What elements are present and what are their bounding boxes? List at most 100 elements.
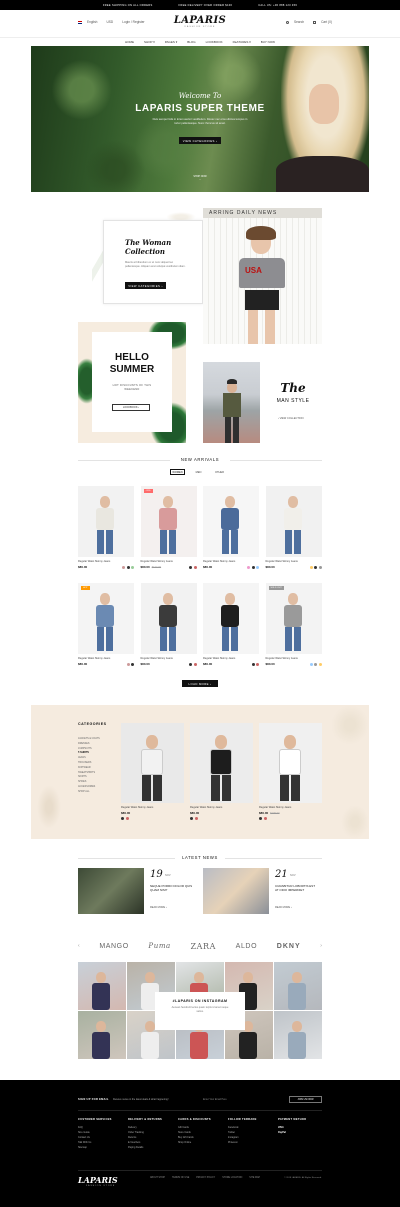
- nav-item-lookbook[interactable]: Lookbook: [206, 40, 223, 44]
- color-swatch[interactable]: [256, 565, 259, 569]
- color-swatch[interactable]: [193, 565, 197, 569]
- brand-zara[interactable]: ZARA: [190, 942, 216, 951]
- cart-link[interactable]: Cart (0): [321, 20, 332, 24]
- product-name[interactable]: Regular Waist Skinny Jeans: [121, 806, 184, 809]
- product-name[interactable]: Regular Waist Skinny Jeans: [141, 560, 197, 563]
- color-swatch[interactable]: [309, 565, 313, 569]
- cart-icon[interactable]: [313, 20, 317, 24]
- product-name[interactable]: Regular Waist Skinny Jeans: [259, 806, 322, 809]
- category-item[interactable]: Shop All: [78, 790, 118, 795]
- color-swatch[interactable]: [131, 565, 134, 569]
- color-swatch[interactable]: [122, 565, 125, 569]
- nav-item-home[interactable]: Home: [125, 40, 134, 44]
- product-image[interactable]: [140, 583, 197, 654]
- woman-view-categories-button[interactable]: View Categories ›: [125, 282, 166, 289]
- color-swatch[interactable]: [256, 662, 259, 666]
- footer-email-input[interactable]: Enter Your Email Here: [203, 1098, 227, 1101]
- nav-item-shop[interactable]: Shop ▾: [144, 40, 155, 44]
- next-arrow-icon[interactable]: ›: [320, 943, 322, 949]
- product-card[interactable]: -20% Regular Waist Skinny Jeans $80.00 $100…: [140, 486, 197, 576]
- footer-bottom-link[interactable]: Terms of Use: [172, 1177, 189, 1179]
- color-swatch[interactable]: [259, 817, 262, 820]
- color-swatch[interactable]: [190, 817, 193, 820]
- product-name[interactable]: Regular Waist Skinny Jeans: [190, 806, 253, 809]
- footer-bottom-link[interactable]: Privacy Policy: [196, 1177, 215, 1179]
- color-swatch[interactable]: [247, 565, 250, 569]
- color-swatch[interactable]: [318, 565, 322, 569]
- color-swatch[interactable]: [314, 662, 317, 666]
- currency-select[interactable]: USD: [106, 20, 113, 24]
- footer-link[interactable]: Paying Details: [128, 1145, 176, 1150]
- brand-puma[interactable]: Puma: [148, 942, 170, 950]
- product-name[interactable]: Regular Waist Skinny Jeans: [141, 657, 197, 660]
- man-view-collection-link[interactable]: › View Collection: [278, 417, 318, 420]
- nav-item-features[interactable]: Features ▾: [233, 40, 251, 44]
- summer-lookbook-button[interactable]: Lookbook ›: [112, 404, 150, 411]
- product-image[interactable]: [259, 723, 322, 803]
- product-card[interactable]: Regular Waist Skinny Jeans $80.00: [203, 486, 259, 576]
- instagram-photo[interactable]: [274, 1011, 322, 1059]
- product-image[interactable]: [203, 486, 259, 557]
- hero-scroll-link[interactable]: Shop Now ⌄: [190, 175, 210, 181]
- nav-item-blog[interactable]: Blog: [187, 40, 195, 44]
- product-card[interactable]: Regular Waist Skinny Jeans $80.00: [203, 583, 259, 673]
- login-link[interactable]: Login / Register: [122, 20, 144, 24]
- footer-join-button[interactable]: Join Us Now: [289, 1096, 322, 1103]
- tab-women[interactable]: Women: [170, 469, 185, 475]
- footer-link[interactable]: Shop Online: [178, 1140, 226, 1145]
- product-image[interactable]: [140, 486, 197, 557]
- instagram-photo[interactable]: [78, 962, 126, 1010]
- category-product-card[interactable]: Regular Waist Skinny Jeans $80.00 $100.00: [259, 723, 322, 823]
- product-name[interactable]: Regular Waist Skinny Jeans: [78, 657, 134, 660]
- product-name[interactable]: Regular Waist Skinny Jeans: [78, 560, 134, 563]
- color-swatch[interactable]: [318, 662, 322, 666]
- search-link[interactable]: Search: [294, 20, 304, 24]
- news-read-more[interactable]: Read More ›: [150, 906, 167, 909]
- product-image[interactable]: [190, 723, 253, 803]
- color-swatch[interactable]: [193, 662, 197, 666]
- news-read-more[interactable]: Read More ›: [275, 906, 292, 909]
- product-image[interactable]: [265, 583, 322, 654]
- search-icon[interactable]: [286, 20, 289, 24]
- nav-item-pages[interactable]: Pages ▾: [165, 40, 177, 44]
- product-image[interactable]: [265, 486, 322, 557]
- language-select[interactable]: English: [87, 20, 97, 24]
- brand-aldo[interactable]: ALDO: [236, 943, 257, 950]
- product-card[interactable]: Regular Waist Skinny Jeans $80.00: [78, 486, 134, 576]
- footer-link[interactable]: Pinterest: [228, 1140, 276, 1145]
- news-image[interactable]: [203, 868, 269, 914]
- hero-view-categories-button[interactable]: View Categories ›: [179, 137, 221, 144]
- color-swatch[interactable]: [194, 817, 198, 820]
- product-image[interactable]: [78, 583, 134, 654]
- product-image[interactable]: [203, 583, 259, 654]
- load-more-button[interactable]: Load More ›: [182, 680, 218, 687]
- product-card[interactable]: Regular Waist Skinny Jeans $80.00: [265, 486, 322, 576]
- color-swatch[interactable]: [309, 662, 313, 666]
- color-swatch[interactable]: [126, 662, 130, 666]
- color-swatch[interactable]: [189, 662, 192, 666]
- color-swatch[interactable]: [251, 565, 255, 569]
- product-image[interactable]: [78, 486, 134, 557]
- color-swatch[interactable]: [263, 817, 267, 820]
- brand-mango[interactable]: MANGO: [99, 943, 128, 950]
- color-swatch[interactable]: [251, 662, 255, 666]
- news-title[interactable]: Curabitur lobortis est at odio imperdiet: [275, 884, 319, 892]
- footer-bottom-link[interactable]: About Shop: [150, 1177, 165, 1179]
- product-name[interactable]: Regular Waist Skinny Jeans: [266, 560, 322, 563]
- instagram-photo[interactable]: [274, 962, 322, 1010]
- instagram-photo[interactable]: [78, 1011, 126, 1059]
- product-name[interactable]: Regular Waist Skinny Jeans: [203, 657, 259, 660]
- news-title[interactable]: Neque porro dolor quis quam nisi?: [150, 884, 194, 892]
- nav-item-buy-now[interactable]: Buy Now: [261, 40, 275, 44]
- brand-dkny[interactable]: DKNY: [277, 943, 301, 950]
- color-swatch[interactable]: [126, 565, 130, 569]
- product-card[interactable]: Hot Regular Waist Skinny Jeans $80.00: [78, 583, 134, 673]
- tab-men[interactable]: Men: [191, 469, 206, 475]
- color-swatch[interactable]: [131, 662, 134, 666]
- footer-link[interactable]: PayPal: [278, 1130, 326, 1135]
- product-name[interactable]: Regular Waist Skinny Jeans: [266, 657, 322, 660]
- logo[interactable]: LAPARIS Fashion Store: [170, 15, 230, 28]
- product-image[interactable]: [121, 723, 184, 803]
- product-card[interactable]: Sold Out Regular Waist Skinny Jeans $80.00: [265, 583, 322, 673]
- category-product-card[interactable]: Regular Waist Skinny Jeans $80.00: [121, 723, 184, 823]
